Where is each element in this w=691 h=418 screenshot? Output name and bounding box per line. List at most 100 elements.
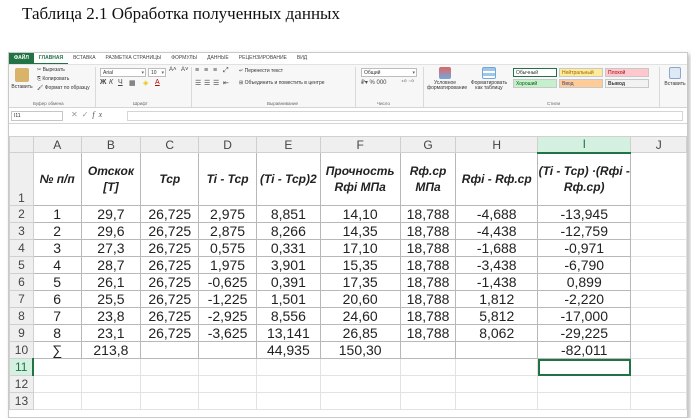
- enter-icon[interactable]: ✓: [82, 110, 93, 119]
- data-cell[interactable]: 17,35: [319, 273, 401, 291]
- data-cell[interactable]: 28,7: [80, 256, 142, 274]
- style-normal[interactable]: Обычный: [513, 68, 557, 77]
- cell[interactable]: [80, 358, 142, 376]
- data-cell[interactable]: 14,10: [319, 205, 401, 223]
- cell[interactable]: [32, 358, 82, 376]
- insert-cells-button[interactable]: Вставить: [661, 67, 687, 87]
- data-cell[interactable]: 24,60: [319, 307, 401, 325]
- paste-button[interactable]: Вставить: [11, 68, 33, 90]
- data-cell[interactable]: 26,725: [140, 256, 200, 274]
- cell[interactable]: [319, 358, 401, 376]
- decimal-icon[interactable]: ⁺⁰ ⁻⁰: [401, 79, 414, 86]
- column-header-i[interactable]: I: [536, 136, 632, 154]
- column-header-f[interactable]: F: [319, 136, 401, 153]
- cell[interactable]: [455, 358, 538, 376]
- cell[interactable]: [630, 239, 687, 257]
- cell[interactable]: [536, 375, 632, 393]
- header-cell[interactable]: Rфi - Rф.ср: [455, 152, 538, 206]
- data-cell[interactable]: 1,975: [198, 256, 257, 274]
- header-cell[interactable]: (Ti - Tcp)2: [255, 152, 321, 206]
- data-cell[interactable]: 5: [32, 273, 82, 291]
- fill-color-icon[interactable]: ◈: [143, 79, 148, 87]
- cell[interactable]: [630, 392, 687, 410]
- data-cell[interactable]: 18,788: [399, 205, 457, 223]
- column-header-h[interactable]: H: [455, 136, 538, 153]
- data-cell[interactable]: [399, 341, 457, 359]
- data-cell[interactable]: -0,625: [198, 273, 257, 291]
- grow-font-icon[interactable]: A˄: [169, 67, 177, 73]
- align-top-icon[interactable]: ≡: [195, 67, 199, 74]
- align-left-icon[interactable]: ☰: [195, 79, 201, 87]
- data-cell[interactable]: 25,5: [80, 290, 142, 308]
- data-cell[interactable]: -6,790: [536, 256, 632, 274]
- data-cell[interactable]: 15,35: [319, 256, 401, 274]
- cell[interactable]: [140, 358, 200, 376]
- data-cell[interactable]: 2,875: [198, 222, 257, 240]
- data-cell[interactable]: [455, 341, 538, 359]
- data-cell[interactable]: 0,899: [536, 273, 632, 291]
- data-cell[interactable]: [140, 341, 200, 359]
- data-cell[interactable]: 3,901: [255, 256, 321, 274]
- data-cell[interactable]: 0,331: [255, 239, 321, 257]
- cell[interactable]: [630, 375, 687, 393]
- data-cell[interactable]: 27,3: [80, 239, 142, 257]
- fx-icon[interactable]: fx: [92, 110, 106, 119]
- tab-view[interactable]: ВИД: [292, 53, 312, 64]
- cell[interactable]: [32, 392, 82, 410]
- data-cell[interactable]: 1,812: [455, 290, 538, 308]
- font-name-select[interactable]: Arial: [100, 68, 146, 77]
- cell[interactable]: [630, 273, 687, 291]
- data-cell[interactable]: -3,625: [198, 324, 257, 342]
- data-cell[interactable]: -1,438: [455, 273, 538, 291]
- data-cell[interactable]: -1,688: [455, 239, 538, 257]
- row-header[interactable]: 6: [9, 273, 34, 291]
- wrap-text-button[interactable]: ↵ Перенести текст: [239, 68, 283, 74]
- select-all-corner[interactable]: [9, 136, 34, 153]
- indent-icon[interactable]: ⇤: [223, 79, 229, 87]
- header-cell[interactable]: Rф.ср МПа: [399, 152, 457, 206]
- cell[interactable]: [319, 375, 401, 393]
- row-header[interactable]: 13: [9, 392, 34, 410]
- row-header[interactable]: 5: [9, 256, 34, 274]
- row-header[interactable]: 4: [9, 239, 34, 257]
- data-cell[interactable]: 26,725: [140, 239, 200, 257]
- row-header[interactable]: 9: [9, 324, 34, 342]
- data-cell[interactable]: 18,788: [399, 307, 457, 325]
- data-cell[interactable]: 18,788: [399, 222, 457, 240]
- data-cell[interactable]: 2: [32, 222, 82, 240]
- row-header[interactable]: 11: [9, 358, 35, 376]
- data-cell[interactable]: -29,225: [536, 324, 632, 342]
- header-cell[interactable]: № п/п: [32, 152, 82, 206]
- column-header-a[interactable]: A: [32, 136, 82, 153]
- data-cell[interactable]: -2,220: [536, 290, 632, 308]
- column-header-e[interactable]: E: [255, 136, 321, 153]
- format-painter-button[interactable]: 🖌 Формат по образцу: [37, 85, 90, 91]
- underline-icon[interactable]: Ч: [118, 79, 123, 86]
- data-cell[interactable]: 8,851: [255, 205, 321, 223]
- merge-center-button[interactable]: ⊞ Объединить и поместить в центре: [239, 80, 325, 86]
- data-cell[interactable]: 1: [32, 205, 82, 223]
- data-cell[interactable]: 20,60: [319, 290, 401, 308]
- data-cell[interactable]: 18,788: [399, 290, 457, 308]
- tab-review[interactable]: РЕЦЕНЗИРОВАНИЕ: [234, 53, 292, 64]
- row-header[interactable]: 8: [9, 307, 34, 325]
- align-bottom-icon[interactable]: ≡: [213, 67, 217, 74]
- data-cell[interactable]: 26,1: [80, 273, 142, 291]
- bold-icon[interactable]: Ж: [100, 79, 106, 86]
- cell[interactable]: [399, 375, 457, 393]
- align-right-icon[interactable]: ☰: [213, 79, 219, 87]
- data-cell[interactable]: 5,812: [455, 307, 538, 325]
- cell[interactable]: [32, 375, 82, 393]
- data-cell[interactable]: -82,011: [536, 341, 632, 359]
- data-cell[interactable]: 2,975: [198, 205, 257, 223]
- cell[interactable]: [455, 392, 538, 410]
- data-cell[interactable]: 8,266: [255, 222, 321, 240]
- cell[interactable]: [198, 392, 257, 410]
- header-cell[interactable]: Отскок [T]: [80, 152, 142, 206]
- number-format-select[interactable]: Общий: [361, 68, 417, 77]
- data-cell[interactable]: 8,556: [255, 307, 321, 325]
- tab-insert[interactable]: ВСТАВКА: [68, 53, 100, 64]
- data-cell[interactable]: 44,935: [255, 341, 321, 359]
- data-cell[interactable]: 8: [32, 324, 82, 342]
- style-output[interactable]: Вывод: [605, 79, 649, 88]
